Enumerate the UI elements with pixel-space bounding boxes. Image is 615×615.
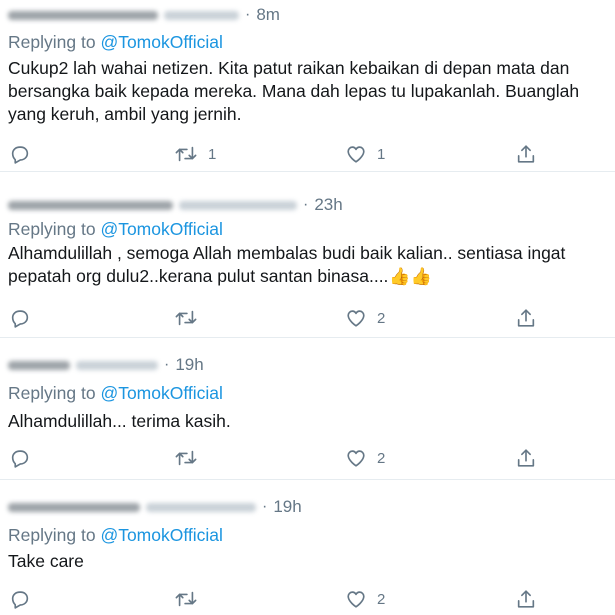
mention-link[interactable]: @TomokOfficial [100,383,222,403]
mention-link[interactable]: @TomokOfficial [100,525,222,545]
share-icon [517,590,535,608]
mention-link[interactable]: @TomokOfficial [100,32,222,52]
author-handle[interactable] [179,200,297,210]
tweet-header: · 23h [8,195,343,215]
author-name[interactable] [8,360,70,370]
mention-link[interactable]: @TomokOfficial [100,219,222,239]
author-name[interactable] [8,10,158,20]
retweet-icon [175,591,197,607]
separator-dot: · [245,6,251,23]
reply-button[interactable] [9,587,31,611]
like-count: 2 [377,449,386,467]
like-count: 2 [377,309,386,327]
author-name[interactable] [8,200,173,210]
tweet-actions: 2 [0,446,615,470]
reply-tweet[interactable]: · 19h Replying to @TomokOfficial Alhamdu… [0,338,615,480]
replying-to: Replying to @TomokOfficial [8,219,223,240]
author-handle[interactable] [164,10,239,20]
like-button[interactable]: 2 [345,587,385,611]
separator-dot: · [303,196,309,213]
author-name[interactable] [8,502,140,512]
tweet-text-line: Alhamdulillah , semoga Allah membalas bu… [8,243,566,263]
reply-button[interactable] [9,306,31,330]
tweet-header: · 19h [8,497,302,517]
share-button[interactable] [515,587,537,611]
tweet-actions: 1 1 [0,142,615,166]
reply-icon [11,591,29,609]
reply-tweet[interactable]: · 23h Replying to @TomokOfficial Alhamdu… [0,172,615,338]
tweet-header: · 8m [8,5,280,25]
share-button[interactable] [515,446,537,470]
replying-label: Replying to [8,219,96,239]
tweet-header: · 19h [8,355,204,375]
retweet-button[interactable] [174,306,208,330]
timestamp[interactable]: 19h [175,355,203,375]
retweet-icon [175,450,197,466]
tweet-text-line: bersangka baik kepada mereka. Mana dah l… [8,81,580,101]
retweet-icon [175,146,197,162]
tweet-text: Alhamdulillah , semoga Allah membalas bu… [8,242,608,288]
author-handle[interactable] [76,360,158,370]
tweet-text-line: Take care [8,551,84,571]
reply-icon [11,146,29,164]
separator-dot: · [164,356,170,373]
like-count: 2 [377,590,386,608]
tweet-text: Alhamdulillah... terima kasih. [8,410,608,433]
share-icon [517,309,535,327]
reply-tweet[interactable]: · 8m Replying to @TomokOfficial Cukup2 l… [0,0,615,172]
share-icon [517,145,535,163]
thumbs-up-emoji: 👍👍 [389,267,432,286]
share-button[interactable] [515,306,537,330]
like-icon [347,310,365,327]
replying-label: Replying to [8,383,96,403]
tweet-text-line-body: pepatah org dulu2..kerana pulut santan b… [8,266,389,286]
like-button[interactable]: 2 [345,306,385,330]
timestamp[interactable]: 8m [256,5,280,25]
replying-to: Replying to @TomokOfficial [8,32,223,53]
like-button[interactable]: 2 [345,446,385,470]
tweet-text-line: Alhamdulillah... terima kasih. [8,411,231,431]
share-icon [517,449,535,467]
reply-tweet[interactable]: · 19h Replying to @TomokOfficial Take ca… [0,480,615,615]
timestamp[interactable]: 19h [273,497,301,517]
retweet-button[interactable] [174,446,208,470]
reply-button[interactable] [9,142,31,166]
tweet-actions: 2 [0,306,615,330]
reply-icon [11,450,29,468]
tweet-text: Cukup2 lah wahai netizen. Kita patut rai… [8,57,608,126]
replies-feed: · 8m Replying to @TomokOfficial Cukup2 l… [0,0,615,615]
retweet-button[interactable]: 1 [174,142,216,166]
separator-dot: · [262,498,268,515]
like-button[interactable]: 1 [345,142,385,166]
like-count: 1 [377,145,386,163]
tweet-text-line: Cukup2 lah wahai netizen. Kita patut rai… [8,58,570,78]
like-icon [347,146,365,163]
tweet-text: Take care [8,550,608,573]
replying-label: Replying to [8,32,96,52]
retweet-count: 1 [208,145,217,163]
author-handle[interactable] [146,502,256,512]
replying-to: Replying to @TomokOfficial [8,525,223,546]
tweet-actions: 2 [0,587,615,611]
timestamp[interactable]: 23h [314,195,342,215]
retweet-button[interactable] [174,587,208,611]
replying-to: Replying to @TomokOfficial [8,383,223,404]
like-icon [347,450,365,467]
replying-label: Replying to [8,525,96,545]
reply-icon [11,310,29,328]
share-button[interactable] [515,142,537,166]
reply-button[interactable] [9,446,31,470]
retweet-icon [175,310,197,326]
like-icon [347,591,365,608]
tweet-text-line: pepatah org dulu2..kerana pulut santan b… [8,265,608,288]
tweet-text-line: yang keruh, ambil yang jernih. [8,104,242,124]
